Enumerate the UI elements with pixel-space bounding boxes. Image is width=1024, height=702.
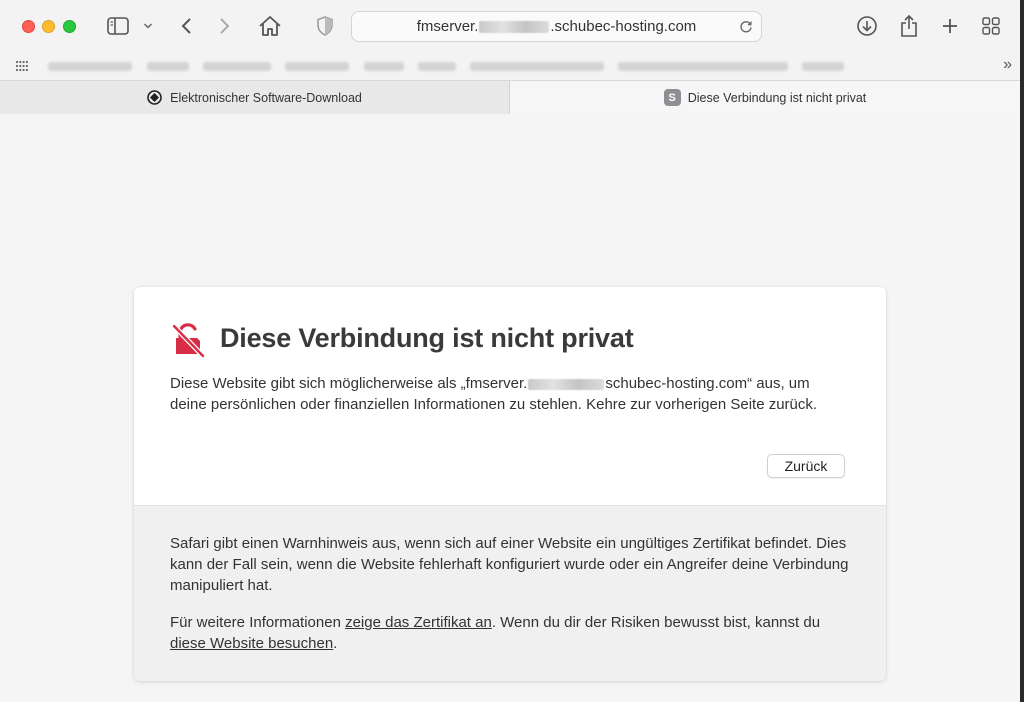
bookmark-item[interactable]	[285, 62, 349, 71]
info-text: Für weitere Informationen	[170, 614, 346, 631]
address-bar[interactable]: fmserver. .schubec-hosting.com	[351, 11, 762, 42]
warning-card: Diese Verbindung ist nicht privat Diese …	[134, 287, 886, 681]
info-text: .	[333, 635, 338, 652]
back-icon[interactable]	[176, 14, 196, 38]
info-text: . Wenn du dir der Risiken bewusst bist, …	[491, 614, 821, 631]
bookmark-item[interactable]	[618, 62, 788, 71]
warning-message: Diese Website gibt sich möglicherweise a…	[170, 373, 850, 415]
close-window-button[interactable]	[22, 20, 35, 33]
share-icon[interactable]	[898, 14, 920, 38]
browser-window: fmserver. .schubec-hosting.com » Elektro…	[0, 0, 1020, 702]
info-paragraph: Safari gibt einen Warnhinweis aus, wenn …	[170, 535, 849, 594]
screen-edge	[1020, 0, 1024, 702]
visit-website-link[interactable]: diese Website besuchen	[170, 635, 333, 652]
bookmark-item[interactable]	[203, 62, 271, 71]
tab-label: Elektronischer Software-Download	[170, 90, 362, 105]
tab-label: Diese Verbindung ist nicht privat	[687, 90, 867, 105]
show-certificate-link[interactable]: zeige das Zertifikat an	[345, 614, 492, 631]
tab-overview-icon[interactable]	[980, 14, 1002, 38]
bookmark-item[interactable]	[802, 62, 844, 71]
bookmarks-grid-icon[interactable]	[15, 60, 29, 72]
url-suffix: .schubec-hosting.com	[550, 18, 697, 35]
tab-connection-not-private[interactable]: S Diese Verbindung ist nicht privat	[510, 81, 1020, 114]
bookmark-item[interactable]	[470, 62, 604, 71]
tab-bar: Elektronischer Software-Download S Diese…	[0, 80, 1020, 114]
downloads-icon[interactable]	[855, 14, 879, 38]
bookmark-item[interactable]	[418, 62, 456, 71]
new-tab-icon[interactable]	[939, 14, 961, 38]
tab-software-download[interactable]: Elektronischer Software-Download	[0, 81, 510, 114]
bookmark-item[interactable]	[364, 62, 404, 71]
home-icon[interactable]	[257, 14, 283, 38]
warning-section: Diese Verbindung ist nicht privat Diese …	[134, 287, 886, 506]
page-title: Diese Verbindung ist nicht privat	[220, 323, 634, 353]
forward-icon[interactable]	[215, 14, 235, 38]
redacted-domain-segment	[528, 378, 605, 390]
info-links-paragraph: Für weitere Informationen zeige das Zert…	[170, 612, 850, 654]
redacted-url-segment	[479, 20, 550, 33]
site-favicon-icon: S	[663, 89, 681, 106]
reload-icon[interactable]	[739, 19, 753, 33]
toolbar: fmserver. .schubec-hosting.com	[0, 0, 1020, 52]
sidebar-toggle-icon[interactable]	[106, 14, 130, 38]
more-bookmarks-icon[interactable]: »	[1003, 56, 1012, 74]
privacy-shield-icon[interactable]	[314, 14, 336, 38]
page-content: Diese Verbindung ist nicht privat Diese …	[0, 115, 1020, 702]
chevron-down-icon[interactable]	[141, 14, 155, 38]
bookmark-item[interactable]	[147, 62, 189, 71]
minimize-window-button[interactable]	[42, 20, 55, 33]
broken-lock-warning-icon	[172, 323, 205, 358]
info-section: Safari gibt einen Warnhinweis aus, wenn …	[134, 506, 886, 681]
back-button[interactable]: Zurück	[767, 454, 845, 478]
url-prefix: fmserver.	[416, 18, 479, 35]
bookmarks-bar: »	[0, 52, 1020, 80]
warning-text-start: Diese Website gibt sich möglicherweise a…	[170, 375, 528, 392]
bookmark-item[interactable]	[48, 62, 132, 71]
claris-favicon-icon	[147, 90, 162, 105]
zoom-window-button[interactable]	[63, 20, 76, 33]
